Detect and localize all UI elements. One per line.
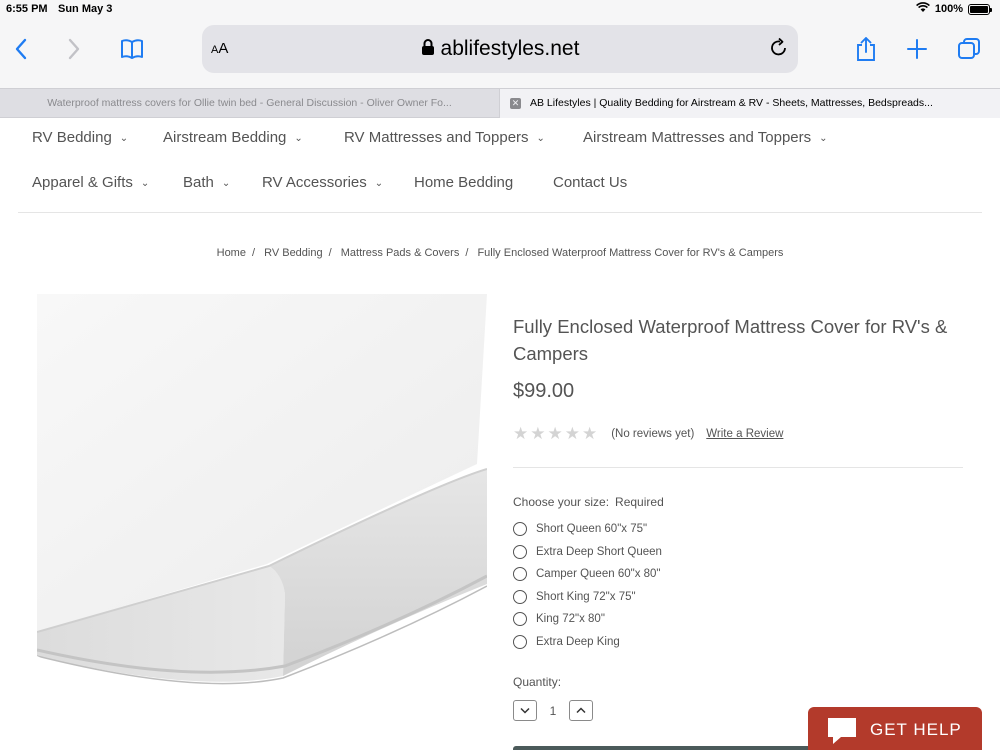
option-label: Extra Deep King — [536, 635, 620, 648]
nav-label: Airstream Bedding — [163, 129, 287, 146]
nav-label: Contact Us — [553, 174, 628, 191]
radio-button[interactable] — [513, 589, 527, 604]
nav-home-bedding[interactable]: Home Bedding — [414, 174, 513, 191]
quantity-input[interactable]: 1 — [537, 704, 569, 718]
quantity-stepper: 1 — [513, 700, 593, 721]
back-icon[interactable] — [14, 38, 28, 60]
nav-row-2: Apparel & Gifts ⌄ Bath ⌄ RV Accessories ⌄ H… — [0, 169, 1000, 199]
tab-title: Waterproof mattress covers for Ollie twi… — [47, 97, 452, 109]
address-bar[interactable]: AA ablifestyles.net — [202, 25, 798, 73]
option-label: Extra Deep Short Queen — [536, 545, 662, 558]
rating-row: ★★★★★ (No reviews yet) Write a Review — [513, 424, 783, 444]
status-date: Sun May 3 — [58, 3, 113, 15]
close-tab-icon[interactable]: ✕ — [510, 98, 521, 109]
browser-toolbar: AA ablifestyles.net — [0, 18, 1000, 88]
tab-bar: Waterproof mattress covers for Ollie twi… — [0, 88, 1000, 118]
size-options: Short Queen 60"x 75" Extra Deep Short Qu… — [513, 518, 662, 653]
share-icon[interactable] — [855, 36, 877, 62]
size-option-extra-deep-short-queen[interactable]: Extra Deep Short Queen — [513, 541, 662, 564]
radio-button[interactable] — [513, 522, 527, 537]
nav-rv-mattresses[interactable]: RV Mattresses and Toppers ⌄ — [344, 129, 545, 146]
size-option-camper-queen[interactable]: Camper Queen 60"x 80" — [513, 563, 662, 586]
chevron-down-icon: ⌄ — [536, 133, 545, 144]
get-help-button[interactable]: GET HELP — [808, 707, 982, 750]
chevron-down-icon — [520, 707, 530, 714]
battery-percent: 100% — [934, 3, 963, 15]
forward-icon[interactable] — [67, 38, 81, 60]
details-divider — [513, 467, 963, 468]
nav-airstream-mattresses[interactable]: Airstream Mattresses and Toppers ⌄ — [583, 129, 828, 146]
nav-label: RV Mattresses and Toppers — [344, 129, 529, 146]
radio-button[interactable] — [513, 544, 527, 559]
nav-rv-accessories[interactable]: RV Accessories ⌄ — [262, 174, 383, 191]
size-label-text: Choose your size: — [513, 495, 610, 509]
bookmarks-icon[interactable] — [120, 38, 144, 60]
increase-quantity-button[interactable] — [569, 700, 593, 721]
nav-bath[interactable]: Bath ⌄ — [183, 174, 230, 191]
size-option-short-king[interactable]: Short King 72"x 75" — [513, 586, 662, 609]
size-required: Required — [615, 495, 664, 509]
nav-airstream-bedding[interactable]: Airstream Bedding ⌄ — [163, 129, 303, 146]
chevron-up-icon — [576, 707, 586, 714]
option-label: King 72"x 80" — [536, 613, 605, 626]
radio-button[interactable] — [513, 567, 527, 582]
rating-stars-icon: ★★★★★ — [513, 424, 600, 443]
option-label: Short Queen 60"x 75" — [536, 523, 648, 536]
nav-contact-us[interactable]: Contact Us — [553, 174, 627, 191]
wifi-icon — [915, 2, 930, 16]
nav-label: Home Bedding — [414, 174, 514, 191]
reload-icon[interactable] — [770, 37, 788, 62]
chevron-down-icon: ⌄ — [221, 178, 231, 189]
breadcrumb-current: Fully Enclosed Waterproof Mattress Cover… — [477, 247, 784, 259]
decrease-quantity-button[interactable] — [513, 700, 537, 721]
size-option-king[interactable]: King 72"x 80" — [513, 608, 662, 631]
write-review-link[interactable]: Write a Review — [706, 428, 783, 440]
tab-ab-lifestyles[interactable]: ✕ AB Lifestyles | Quality Bedding for Ai… — [499, 89, 1000, 118]
chevron-down-icon: ⌄ — [374, 178, 384, 189]
quantity-label: Quantity: — [513, 675, 562, 689]
chevron-down-icon: ⌄ — [819, 133, 828, 144]
option-label: Camper Queen 60"x 80" — [536, 568, 661, 581]
breadcrumb-mattress-pads[interactable]: Mattress Pads & Covers — [341, 247, 460, 259]
add-to-cart-button[interactable] — [513, 746, 813, 750]
chevron-down-icon: ⌄ — [119, 133, 129, 144]
breadcrumb: Home / RV Bedding / Mattress Pads & Covers… — [216, 247, 784, 259]
tab-title: AB Lifestyles | Quality Bedding for Airs… — [530, 97, 933, 109]
nav-apparel-gifts[interactable]: Apparel & Gifts ⌄ — [32, 174, 149, 191]
size-label: Choose your size: Required — [513, 495, 664, 509]
chevron-down-icon: ⌄ — [140, 178, 150, 189]
product-title: Fully Enclosed Waterproof Mattress Cover… — [513, 316, 948, 364]
size-option-short-queen[interactable]: Short Queen 60"x 75" — [513, 518, 662, 541]
chat-icon — [825, 716, 859, 750]
new-tab-icon[interactable] — [906, 38, 928, 60]
review-count: (No reviews yet) — [611, 428, 695, 440]
nav-label: Airstream Mattresses and Toppers — [583, 129, 812, 146]
lock-icon — [421, 38, 435, 61]
status-time: 6:55 PM — [6, 3, 48, 15]
radio-button[interactable] — [513, 612, 527, 627]
product-price: $99.00 — [513, 380, 575, 402]
nav-label: RV Bedding — [32, 129, 112, 146]
breadcrumb-rv-bedding[interactable]: RV Bedding — [264, 247, 323, 259]
size-option-extra-deep-king[interactable]: Extra Deep King — [513, 631, 662, 654]
nav-divider — [18, 212, 982, 213]
option-label: Short King 72"x 75" — [536, 590, 636, 603]
product-image[interactable] — [37, 294, 487, 750]
nav-label: RV Accessories — [262, 174, 367, 191]
chevron-down-icon: ⌄ — [294, 133, 303, 144]
nav-label: Apparel & Gifts — [32, 174, 133, 191]
url-text: ablifestyles.net — [440, 37, 580, 60]
tab-oliver-forum[interactable]: Waterproof mattress covers for Ollie twi… — [0, 89, 499, 118]
breadcrumb-home[interactable]: Home — [217, 247, 246, 259]
tabs-overview-icon[interactable] — [957, 37, 981, 61]
nav-rv-bedding[interactable]: RV Bedding ⌄ — [32, 129, 128, 146]
battery-icon — [968, 3, 992, 15]
get-help-label: GET HELP — [870, 720, 962, 739]
radio-button[interactable] — [513, 634, 527, 649]
status-bar: 6:55 PM Sun May 3 100% — [0, 0, 1000, 18]
nav-row-1: RV Bedding ⌄ Airstream Bedding ⌄ RV Mattre… — [0, 124, 1000, 154]
status-indicators: 100% — [915, 2, 992, 16]
nav-label: Bath — [183, 174, 214, 191]
